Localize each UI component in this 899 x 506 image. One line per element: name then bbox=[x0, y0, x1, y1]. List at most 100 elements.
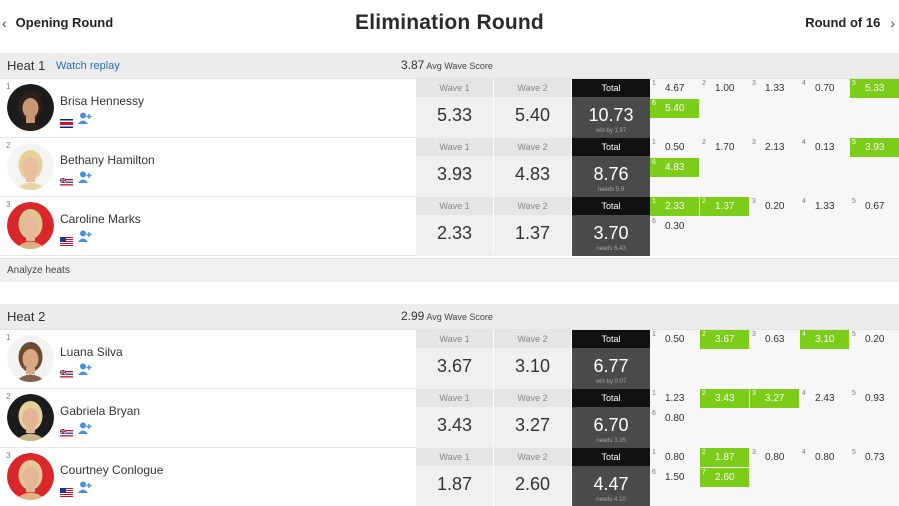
seed-number: 2 bbox=[6, 141, 11, 150]
wave-score-cell[interactable]: 3 0.63 bbox=[750, 330, 799, 349]
total-note: needs 6.43 bbox=[596, 246, 626, 252]
surfer-name[interactable]: Caroline Marks bbox=[60, 212, 141, 226]
wave-score-cell[interactable]: 6 4.83 bbox=[650, 158, 699, 177]
wave-score-cell[interactable]: 2 3.43 bbox=[700, 389, 749, 408]
follow-surfer-icon[interactable] bbox=[78, 112, 92, 125]
wave-score: 1.23 bbox=[665, 393, 685, 404]
wave-score-cell[interactable]: 3 3.27 bbox=[750, 389, 799, 408]
surfer-name[interactable]: Courtney Conlogue bbox=[60, 463, 163, 477]
follow-surfer-icon[interactable] bbox=[78, 363, 92, 376]
wave-score-cell[interactable]: 1 1.23 bbox=[650, 389, 699, 408]
wave-score: 0.80 bbox=[665, 452, 685, 463]
wave-score-cell[interactable]: 6 5.40 bbox=[650, 99, 699, 118]
wave-score-cell[interactable]: 2 1.00 bbox=[700, 79, 749, 98]
follow-surfer-icon[interactable] bbox=[78, 171, 92, 184]
wave-1-value: 3.67 bbox=[436, 356, 473, 376]
wave-score-cell[interactable]: 7 2.60 bbox=[700, 468, 749, 487]
surfer-row[interactable]: 1 Brisa Hennessy Wave 1 5.33 Wave 2 5.40 Total… bbox=[0, 79, 899, 138]
analyze-heats-link[interactable]: Analyze heats bbox=[7, 265, 70, 276]
wave-score-cell[interactable]: 5 3.93 bbox=[850, 138, 899, 157]
wave-score-cell[interactable]: 6 0.30 bbox=[650, 217, 699, 236]
wave-score-cell[interactable]: 1 0.50 bbox=[650, 330, 699, 349]
wave-number: 2 bbox=[702, 198, 706, 205]
wave-score-cell[interactable]: 3 1.33 bbox=[750, 79, 799, 98]
wave-scores-grid: 1 1.23 2 3.43 3 3.27 4 2.43 5 0.93 6 0.80 bbox=[650, 389, 899, 448]
surfer-row[interactable]: 2 Gabriela Bryan Wave 1 3.43 Wave 2 3.27 Total… bbox=[0, 389, 899, 448]
wave-score-cell[interactable]: 6 1.50 bbox=[650, 468, 699, 487]
surfer-name[interactable]: Brisa Hennessy bbox=[60, 94, 144, 108]
surfer-row[interactable]: 3 Caroline Marks Wave 1 2.33 Wave 2 1.37 Total… bbox=[0, 197, 899, 256]
total-label: Total bbox=[572, 138, 650, 156]
surfer-row[interactable]: 2 Bethany Hamilton Wave 1 3.93 Wave 2 4.83 Tot… bbox=[0, 138, 899, 197]
wave-2-score: Wave 2 3.27 bbox=[494, 389, 571, 448]
seed-number: 3 bbox=[6, 200, 11, 209]
follow-surfer-icon[interactable] bbox=[78, 481, 92, 494]
avatar bbox=[7, 453, 54, 500]
follow-surfer-icon[interactable] bbox=[78, 230, 92, 243]
wave-score-cell[interactable]: 1 0.80 bbox=[650, 448, 699, 467]
wave-score-cell[interactable]: 1 0.50 bbox=[650, 138, 699, 157]
wave-score-cell[interactable]: 4 0.80 bbox=[800, 448, 849, 467]
wave-score-cell[interactable]: 4 0.13 bbox=[800, 138, 849, 157]
surfer-name[interactable]: Bethany Hamilton bbox=[60, 153, 155, 167]
wave-2-score: Wave 2 5.40 bbox=[494, 79, 571, 138]
wave-score-cell[interactable]: 5 0.93 bbox=[850, 389, 899, 408]
analyze-heats-bar[interactable]: Analyze heats bbox=[0, 258, 899, 282]
wave-number: 6 bbox=[652, 159, 656, 166]
heat-2: Heat 2 2.99 Avg Wave Score 1 Luana Silva Wave… bbox=[0, 304, 899, 506]
wave-score-cell[interactable]: 4 0.70 bbox=[800, 79, 849, 98]
follow-surfer-icon[interactable] bbox=[78, 422, 92, 435]
wave-2-score: Wave 2 4.83 bbox=[494, 138, 571, 197]
wave-number: 3 bbox=[752, 390, 756, 397]
wave-1-label: Wave 1 bbox=[416, 448, 493, 466]
wave-2-label: Wave 2 bbox=[494, 197, 571, 215]
wave-score-cell[interactable]: 3 0.80 bbox=[750, 448, 799, 467]
wave-1-value: 2.33 bbox=[436, 223, 473, 243]
total-label: Total bbox=[572, 197, 650, 215]
wave-score-cell[interactable]: 4 1.33 bbox=[800, 197, 849, 216]
wave-score: 3.93 bbox=[865, 142, 885, 153]
watch-replay-link[interactable]: Watch replay bbox=[56, 60, 120, 72]
wave-score-cell[interactable]: 4 3.10 bbox=[800, 330, 849, 349]
wave-number: 1 bbox=[652, 80, 656, 87]
wave-number: 5 bbox=[852, 331, 856, 338]
wave-score-cell[interactable]: 5 0.20 bbox=[850, 330, 899, 349]
surfer-name[interactable]: Luana Silva bbox=[60, 345, 123, 359]
wave-score: 3.67 bbox=[715, 334, 735, 345]
wave-score-cell[interactable]: 3 2.13 bbox=[750, 138, 799, 157]
wave-number: 3 bbox=[752, 331, 756, 338]
total-score: Total 6.70 needs 3.35 bbox=[572, 389, 650, 448]
wave-number: 6 bbox=[652, 100, 656, 107]
surfer-row[interactable]: 3 Courtney Conlogue Wave 1 1.87 Wave 2 2.60 To… bbox=[0, 448, 899, 506]
avatar bbox=[7, 335, 54, 382]
wave-score-cell[interactable]: 5 5.33 bbox=[850, 79, 899, 98]
seed-number: 1 bbox=[6, 333, 11, 342]
wave-score-cell[interactable]: 2 1.37 bbox=[700, 197, 749, 216]
wave-score-cell[interactable]: 5 0.67 bbox=[850, 197, 899, 216]
wave-score: 0.73 bbox=[865, 452, 885, 463]
next-round-link[interactable]: Round of 16 › bbox=[805, 15, 895, 30]
total-score: Total 4.47 needs 4.10 bbox=[572, 448, 650, 506]
wave-score-cell[interactable]: 1 4.67 bbox=[650, 79, 699, 98]
surfer-name[interactable]: Gabriela Bryan bbox=[60, 404, 140, 418]
wave-score-cell[interactable]: 6 0.80 bbox=[650, 409, 699, 428]
wave-2-label: Wave 2 bbox=[494, 138, 571, 156]
surfer-row[interactable]: 1 Luana Silva Wave 1 3.67 Wave 2 3.10 Total 6.7… bbox=[0, 330, 899, 389]
wave-score-cell[interactable]: 2 1.70 bbox=[700, 138, 749, 157]
usa-flag-icon bbox=[60, 484, 73, 497]
wave-score-cell[interactable]: 4 2.43 bbox=[800, 389, 849, 408]
wave-score: 0.20 bbox=[765, 201, 785, 212]
wave-1-score: Wave 1 3.93 bbox=[416, 138, 493, 197]
wave-scores-grid: 1 0.50 2 1.70 3 2.13 4 0.13 5 3.93 6 4.83 bbox=[650, 138, 899, 197]
wave-score-cell[interactable]: 5 0.73 bbox=[850, 448, 899, 467]
total-note: needs 5.9 bbox=[597, 187, 625, 193]
wave-score-cell[interactable]: 1 2.33 bbox=[650, 197, 699, 216]
wave-2-value: 5.40 bbox=[514, 105, 551, 125]
wave-number: 4 bbox=[802, 449, 806, 456]
avg-wave-score-value: 3.87 bbox=[401, 58, 425, 72]
wave-score-cell[interactable]: 3 0.20 bbox=[750, 197, 799, 216]
wave-2-value: 3.10 bbox=[514, 356, 551, 376]
wave-score-cell[interactable]: 2 1.87 bbox=[700, 448, 749, 467]
wave-score: 3.27 bbox=[765, 393, 785, 404]
wave-score-cell[interactable]: 2 3.67 bbox=[700, 330, 749, 349]
